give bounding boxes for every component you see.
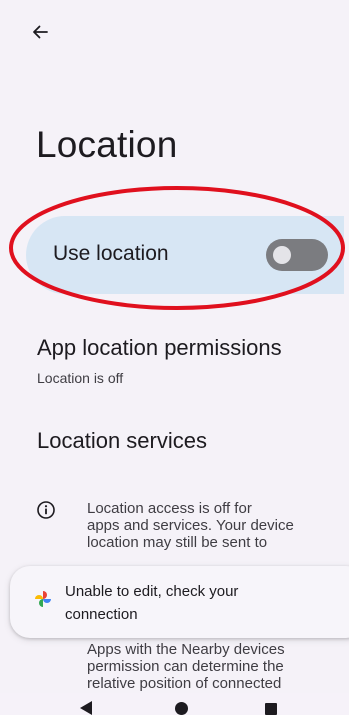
app-location-permissions-summary: Location is off (37, 370, 124, 386)
toast-line: connection (65, 606, 138, 623)
info-line: location may still be sent to (87, 534, 268, 551)
toast-line: Unable to edit, check your (65, 583, 239, 600)
info-line: apps and services. Your device (87, 517, 294, 534)
nearby-devices-info-text: Apps with the Nearby devices permission … (87, 641, 337, 692)
nav-back-icon[interactable] (80, 701, 92, 715)
location-off-info-text: Location access is off for apps and serv… (87, 500, 337, 551)
nearby-line: permission can determine the (87, 658, 284, 675)
toast-message: Unable to edit, check your connection (65, 580, 305, 626)
google-pinwheel-icon (35, 591, 51, 607)
info-circle-icon (37, 501, 55, 519)
system-navigation-bar (0, 693, 349, 715)
arrow-left-icon (33, 25, 48, 39)
use-location-toggle[interactable] (266, 239, 328, 271)
location-services-item[interactable]: Location services (37, 428, 207, 454)
nav-home-icon[interactable] (175, 702, 188, 715)
app-location-permissions-item[interactable]: App location permissions (37, 335, 282, 361)
back-button[interactable] (22, 14, 58, 50)
info-line: Location access is off for (87, 500, 252, 517)
nav-recents-icon[interactable] (265, 703, 277, 715)
toggle-knob (273, 246, 291, 264)
nearby-line: Apps with the Nearby devices (87, 641, 285, 658)
nearby-line: relative position of connected (87, 675, 282, 692)
page-title: Location (36, 124, 178, 165)
use-location-label: Use location (53, 242, 169, 265)
